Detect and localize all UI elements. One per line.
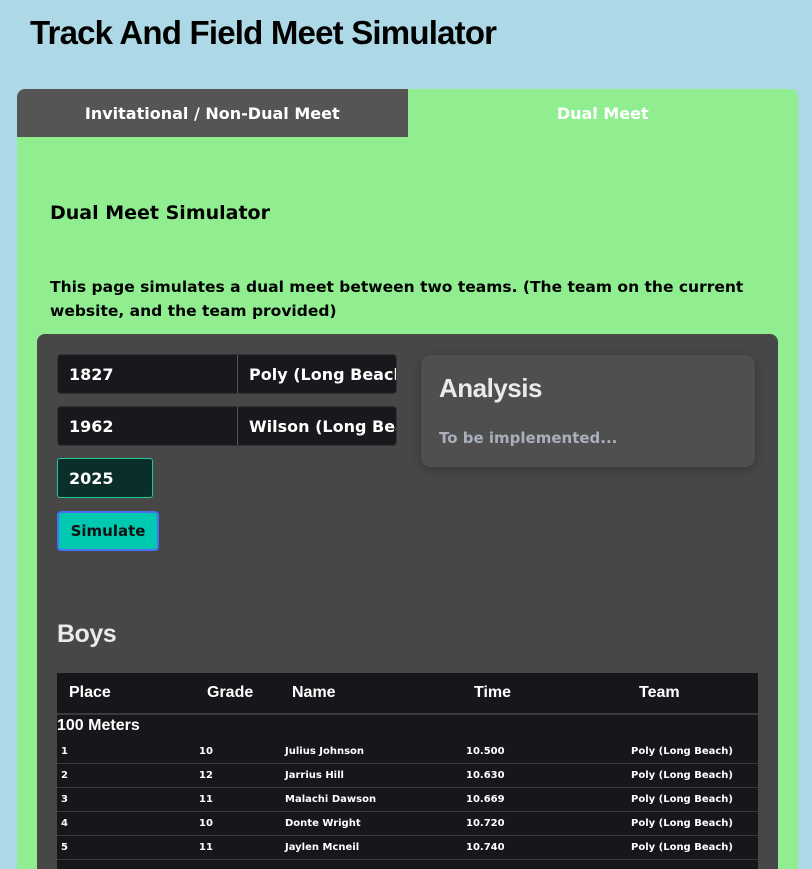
page-title: Track And Field Meet Simulator	[30, 14, 497, 51]
cell-grade: 10	[199, 746, 213, 757]
cell-time: 10.500	[466, 746, 505, 757]
cell-place: 4	[61, 818, 68, 829]
cell-place: 2	[61, 770, 68, 781]
team2-input-group: 1962 Wilson (Long Beach)	[57, 406, 397, 446]
table-row: 1 10 Julius Johnson 10.500 Poly (Long Be…	[57, 739, 758, 764]
tab-dual-meet[interactable]: Dual Meet	[407, 89, 798, 137]
cell-place: 5	[61, 842, 68, 853]
column-header-time: Time	[474, 684, 512, 701]
table-row: 5 11 Jaylen Mcneil 10.740 Poly (Long Bea…	[57, 835, 758, 860]
cell-team: Poly (Long Beach)	[631, 770, 733, 781]
event-title: 100 Meters	[57, 717, 140, 734]
cell-team: Poly (Long Beach)	[631, 818, 733, 829]
analysis-card: Analysis To be implemented...	[421, 355, 755, 467]
team1-code-input[interactable]: 1827	[58, 355, 238, 393]
cell-place: 3	[61, 794, 68, 805]
boys-title: Boys	[57, 620, 117, 648]
team1-name-input[interactable]: Poly (Long Beach)	[238, 355, 396, 393]
cell-time: 10.740	[466, 842, 505, 853]
cell-team: Poly (Long Beach)	[631, 842, 733, 853]
simulator-panel: 1827 Poly (Long Beach) 1962 Wilson (Long…	[37, 334, 778, 869]
cell-team: Poly (Long Beach)	[631, 794, 733, 805]
results-table: Place Grade Name Time Team 100 Meters 1 …	[57, 673, 758, 869]
team2-code-input[interactable]: 1962	[58, 407, 238, 445]
cell-place: 1	[61, 746, 68, 757]
column-header-place: Place	[69, 684, 111, 701]
table-row: 4 10 Donte Wright 10.720 Poly (Long Beac…	[57, 811, 758, 836]
main-card: Invitational / Non-Dual Meet Dual Meet D…	[17, 89, 798, 869]
tab-bar: Invitational / Non-Dual Meet Dual Meet	[17, 89, 798, 137]
cell-name: Julius Johnson	[285, 746, 365, 757]
analysis-text: To be implemented...	[439, 429, 618, 447]
team1-input-group: 1827 Poly (Long Beach)	[57, 354, 397, 394]
cell-grade: 10	[199, 818, 213, 829]
tab-invitational[interactable]: Invitational / Non-Dual Meet	[17, 89, 408, 137]
cell-team: Poly (Long Beach)	[631, 746, 733, 757]
cell-name: Donte Wright	[285, 818, 361, 829]
cell-name: Jarrius Hill	[285, 770, 344, 781]
table-header: Place Grade Name Time Team	[57, 673, 758, 715]
cell-time: 10.630	[466, 770, 505, 781]
column-header-team: Team	[639, 684, 680, 701]
cell-grade: 12	[199, 770, 213, 781]
cell-name: Jaylen Mcneil	[285, 842, 360, 853]
simulator-title: Dual Meet Simulator	[50, 202, 270, 224]
table-row: 3 11 Malachi Dawson 10.669 Poly (Long Be…	[57, 787, 758, 812]
year-input[interactable]: 2025	[57, 458, 153, 498]
analysis-title: Analysis	[439, 373, 542, 403]
cell-name: Malachi Dawson	[285, 794, 377, 805]
column-header-grade: Grade	[207, 684, 254, 701]
cell-time: 10.720	[466, 818, 505, 829]
simulator-description: This page simulates a dual meet between …	[50, 278, 744, 320]
table-row: 2 12 Jarrius Hill 10.630 Poly (Long Beac…	[57, 763, 758, 788]
team2-name-input[interactable]: Wilson (Long Beach)	[238, 407, 396, 445]
cell-time: 10.669	[466, 794, 505, 805]
cell-grade: 11	[199, 842, 213, 853]
simulate-button[interactable]: Simulate	[57, 511, 159, 551]
column-header-name: Name	[292, 684, 336, 701]
cell-grade: 11	[199, 794, 213, 805]
